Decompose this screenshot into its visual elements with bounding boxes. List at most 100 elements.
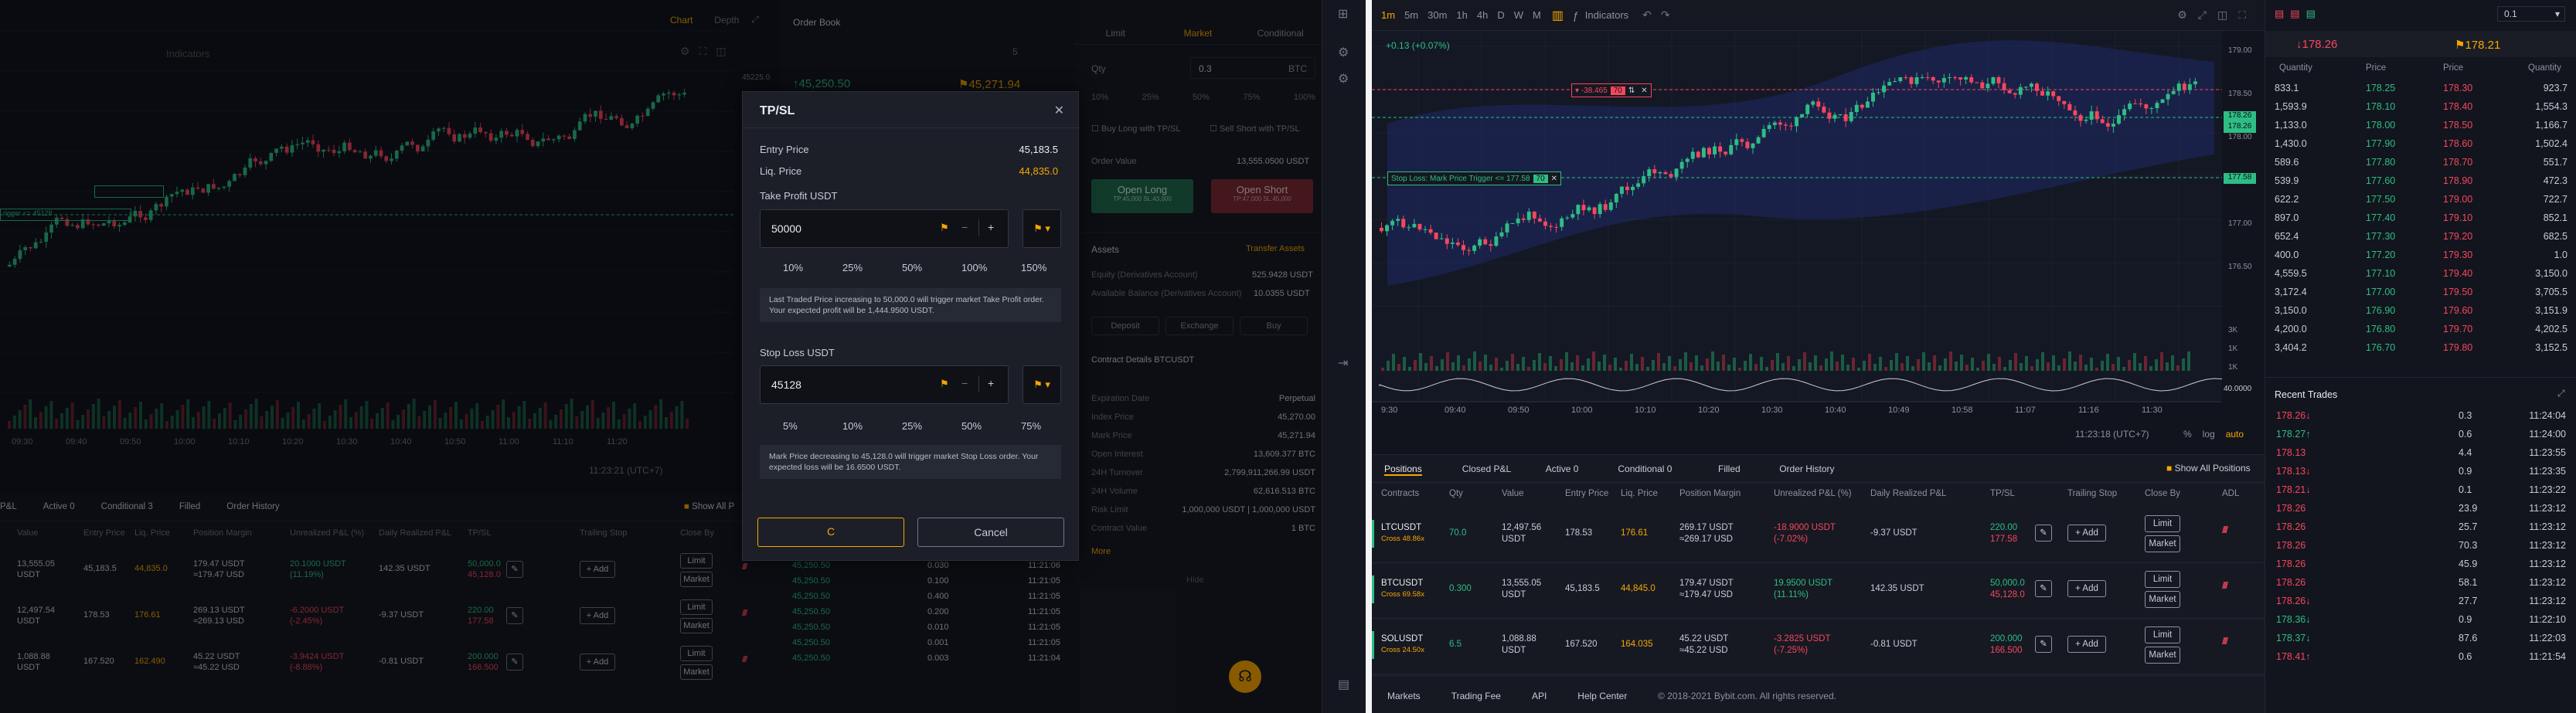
ob-row[interactable]: 652.4 177.30 179.20 682.5 xyxy=(2265,228,2576,245)
tp-percent-option[interactable]: 10% xyxy=(783,262,803,273)
volume-bar xyxy=(2106,354,2109,371)
show-all-positions-checkbox[interactable]: ■ Show All Positions xyxy=(2166,463,2251,474)
positions-tab[interactable]: Closed P&L xyxy=(1462,463,1511,474)
interval-D[interactable]: D xyxy=(1497,9,1504,21)
stop-loss-label: Stop Loss USDT xyxy=(760,347,835,358)
indicator-fx-icon[interactable]: ƒ xyxy=(1573,9,1579,22)
decrement-button[interactable]: − xyxy=(961,377,968,389)
ob-bids-view-icon[interactable]: ▤ xyxy=(2290,8,2299,20)
ob-row[interactable]: 4,559.5 177.10 179.40 3,150.0 xyxy=(2265,265,2576,282)
positions-tab[interactable]: Positions xyxy=(1384,463,1422,476)
footer-link[interactable]: API xyxy=(1532,691,1547,701)
volume-bar xyxy=(1690,362,1693,371)
close-by-limit-button[interactable]: Limit xyxy=(2145,626,2180,643)
sl-percent-option[interactable]: 5% xyxy=(783,420,798,432)
ob-row[interactable]: 400.0 177.20 179.30 1.0 xyxy=(2265,246,2576,263)
trade-time: 11:23:35 xyxy=(2529,466,2566,477)
close-by-market-button[interactable]: Market xyxy=(2145,647,2180,664)
undo-icon[interactable]: ↶ xyxy=(1642,8,1652,22)
positions-tab[interactable]: Order History xyxy=(1779,463,1834,474)
recent-trades-panel: Recent Trades ⤢ 178.26↓ 0.3 11:24:04 178.27… xyxy=(2265,379,2576,713)
tp-percent-option[interactable]: 50% xyxy=(902,262,922,273)
layout-icon[interactable]: ⊞ xyxy=(1338,6,1348,22)
ob-both-view-icon[interactable]: ▤ xyxy=(2275,8,2284,20)
ob-row[interactable]: 3,150.0 176.90 179.60 3,151.9 xyxy=(2265,302,2576,319)
tp-trigger-select[interactable]: ⚑ ▾ xyxy=(1023,209,1061,248)
tpsl-icon[interactable]: ⇅ xyxy=(1625,87,1638,95)
right-price-chart[interactable] xyxy=(1372,31,2265,425)
interval-1h[interactable]: 1h xyxy=(1456,9,1467,21)
interval-5m[interactable]: 5m xyxy=(1404,9,1418,21)
ob-row[interactable]: 1,593.9 178.10 178.40 1,554.3 xyxy=(2265,98,2576,115)
sl-percent-option[interactable]: 25% xyxy=(902,420,922,432)
sl-percent-option[interactable]: 50% xyxy=(961,420,982,432)
confirm-button[interactable]: C xyxy=(757,518,904,547)
indicators-button[interactable]: Indicators xyxy=(1585,9,1628,21)
tp-order-tag[interactable]: ▾ -38.465 70 ⇅ ✕ xyxy=(1571,83,1652,97)
footer-link[interactable]: Help Center xyxy=(1577,691,1627,701)
add-trailing-stop-button[interactable]: + Add xyxy=(2067,580,2106,597)
settings-cog-icon[interactable]: ⚙ xyxy=(1338,71,1349,87)
ob-row[interactable]: 833.1 178.25 178.30 923.7 xyxy=(2265,80,2576,97)
interval-M[interactable]: M xyxy=(1533,9,1541,21)
close-icon[interactable]: ✕ xyxy=(1638,87,1650,95)
interval-4h[interactable]: 4h xyxy=(1477,9,1488,21)
tp-percent-option[interactable]: 150% xyxy=(1021,262,1046,273)
table-row: LTCUSDT Cross 48.86x 70.0 12,497.56 USDT 178.… xyxy=(1372,509,2265,563)
positions-tab[interactable]: Conditional 0 xyxy=(1618,463,1672,474)
sl-trigger-select[interactable]: ⚑ ▾ xyxy=(1023,365,1061,404)
log-scale-toggle[interactable]: log xyxy=(2203,429,2215,440)
ob-row[interactable]: 539.9 177.60 178.90 472.3 xyxy=(2265,172,2576,189)
ob-row[interactable]: 1,133.0 178.00 178.50 1,166.7 xyxy=(2265,117,2576,134)
ob-row[interactable]: 589.6 177.80 178.70 551.7 xyxy=(2265,154,2576,171)
percent-scale-toggle[interactable]: % xyxy=(2183,429,2192,440)
increment-button[interactable]: + xyxy=(988,377,994,389)
add-trailing-stop-button[interactable]: + Add xyxy=(2067,636,2106,653)
positions-tab[interactable]: Filled xyxy=(1718,463,1741,474)
collapse-icon[interactable]: ⇥ xyxy=(1338,355,1348,371)
redo-icon[interactable]: ↷ xyxy=(1661,8,1670,22)
tp-percent-option[interactable]: 100% xyxy=(961,262,987,273)
interval-W[interactable]: W xyxy=(1514,9,1523,21)
interval-1m[interactable]: 1m xyxy=(1381,9,1395,21)
add-trailing-stop-button[interactable]: + Add xyxy=(2067,525,2106,542)
auto-scale-toggle[interactable]: auto xyxy=(2226,429,2244,440)
ob-asks-view-icon[interactable]: ▤ xyxy=(2306,8,2316,20)
interval-30m[interactable]: 30m xyxy=(1428,9,1447,21)
modal-backdrop[interactable] xyxy=(0,0,1322,713)
close-by-market-button[interactable]: Market xyxy=(2145,535,2180,552)
ob-row[interactable]: 3,172.4 177.00 179.50 3,705.5 xyxy=(2265,284,2576,300)
gear-icon[interactable]: ⚙ xyxy=(1338,45,1349,60)
volume-bar xyxy=(1435,366,1438,371)
cancel-button[interactable]: Cancel xyxy=(917,518,1064,547)
decrement-button[interactable]: − xyxy=(961,221,968,233)
ob-row[interactable]: 897.0 177.40 179.10 852.1 xyxy=(2265,209,2576,226)
ob-row[interactable]: 622.2 177.50 179.00 722.7 xyxy=(2265,191,2576,208)
expand-icon[interactable]: ⤢ xyxy=(2557,388,2565,399)
close-by-limit-button[interactable]: Limit xyxy=(2145,515,2180,532)
ob-precision-select[interactable]: 0.1 ▾ xyxy=(2497,6,2565,22)
sl-percent-option[interactable]: 75% xyxy=(1021,420,1041,432)
ob-row[interactable]: 4,200.0 176.80 179.70 4,202.5 xyxy=(2265,321,2576,338)
increment-button[interactable]: + xyxy=(988,221,994,233)
chat-icon[interactable]: ▤ xyxy=(1338,677,1349,692)
sl-percent-option[interactable]: 10% xyxy=(842,420,863,432)
footer-link[interactable]: Trading Fee xyxy=(1451,691,1501,701)
positions-tab[interactable]: Active 0 xyxy=(1546,463,1579,474)
edit-tpsl-button[interactable]: ✎ xyxy=(2035,580,2052,597)
ob-row[interactable]: 1,430.0 177.90 178.60 1,502.4 xyxy=(2265,135,2576,152)
stop-loss-input[interactable]: 45128 ⚑ − + xyxy=(760,365,1009,404)
edit-tpsl-button[interactable]: ✎ xyxy=(2035,525,2052,542)
ob-row[interactable]: 3,404.2 176.70 179.80 3,152.5 xyxy=(2265,339,2576,356)
footer-link[interactable]: Markets xyxy=(1387,691,1421,701)
close-by-limit-button[interactable]: Limit xyxy=(2145,571,2180,588)
close-by-market-button[interactable]: Market xyxy=(2145,591,2180,608)
close-icon[interactable]: ✕ xyxy=(1054,103,1064,118)
tp-percent-option[interactable]: 25% xyxy=(842,262,863,273)
take-profit-input[interactable]: 50000 ⚑ − + xyxy=(760,209,1009,248)
close-icon[interactable]: ✕ xyxy=(1548,175,1560,183)
candle-type-icon[interactable]: ▥ xyxy=(1552,8,1564,23)
edit-tpsl-button[interactable]: ✎ xyxy=(2035,636,2052,653)
chart-tools-icons[interactable]: ⚙⤢◫⛶ xyxy=(2177,8,2257,22)
sl-order-tag[interactable]: Stop Loss: Mark Price Trigger <= 177.58 … xyxy=(1387,171,1562,185)
